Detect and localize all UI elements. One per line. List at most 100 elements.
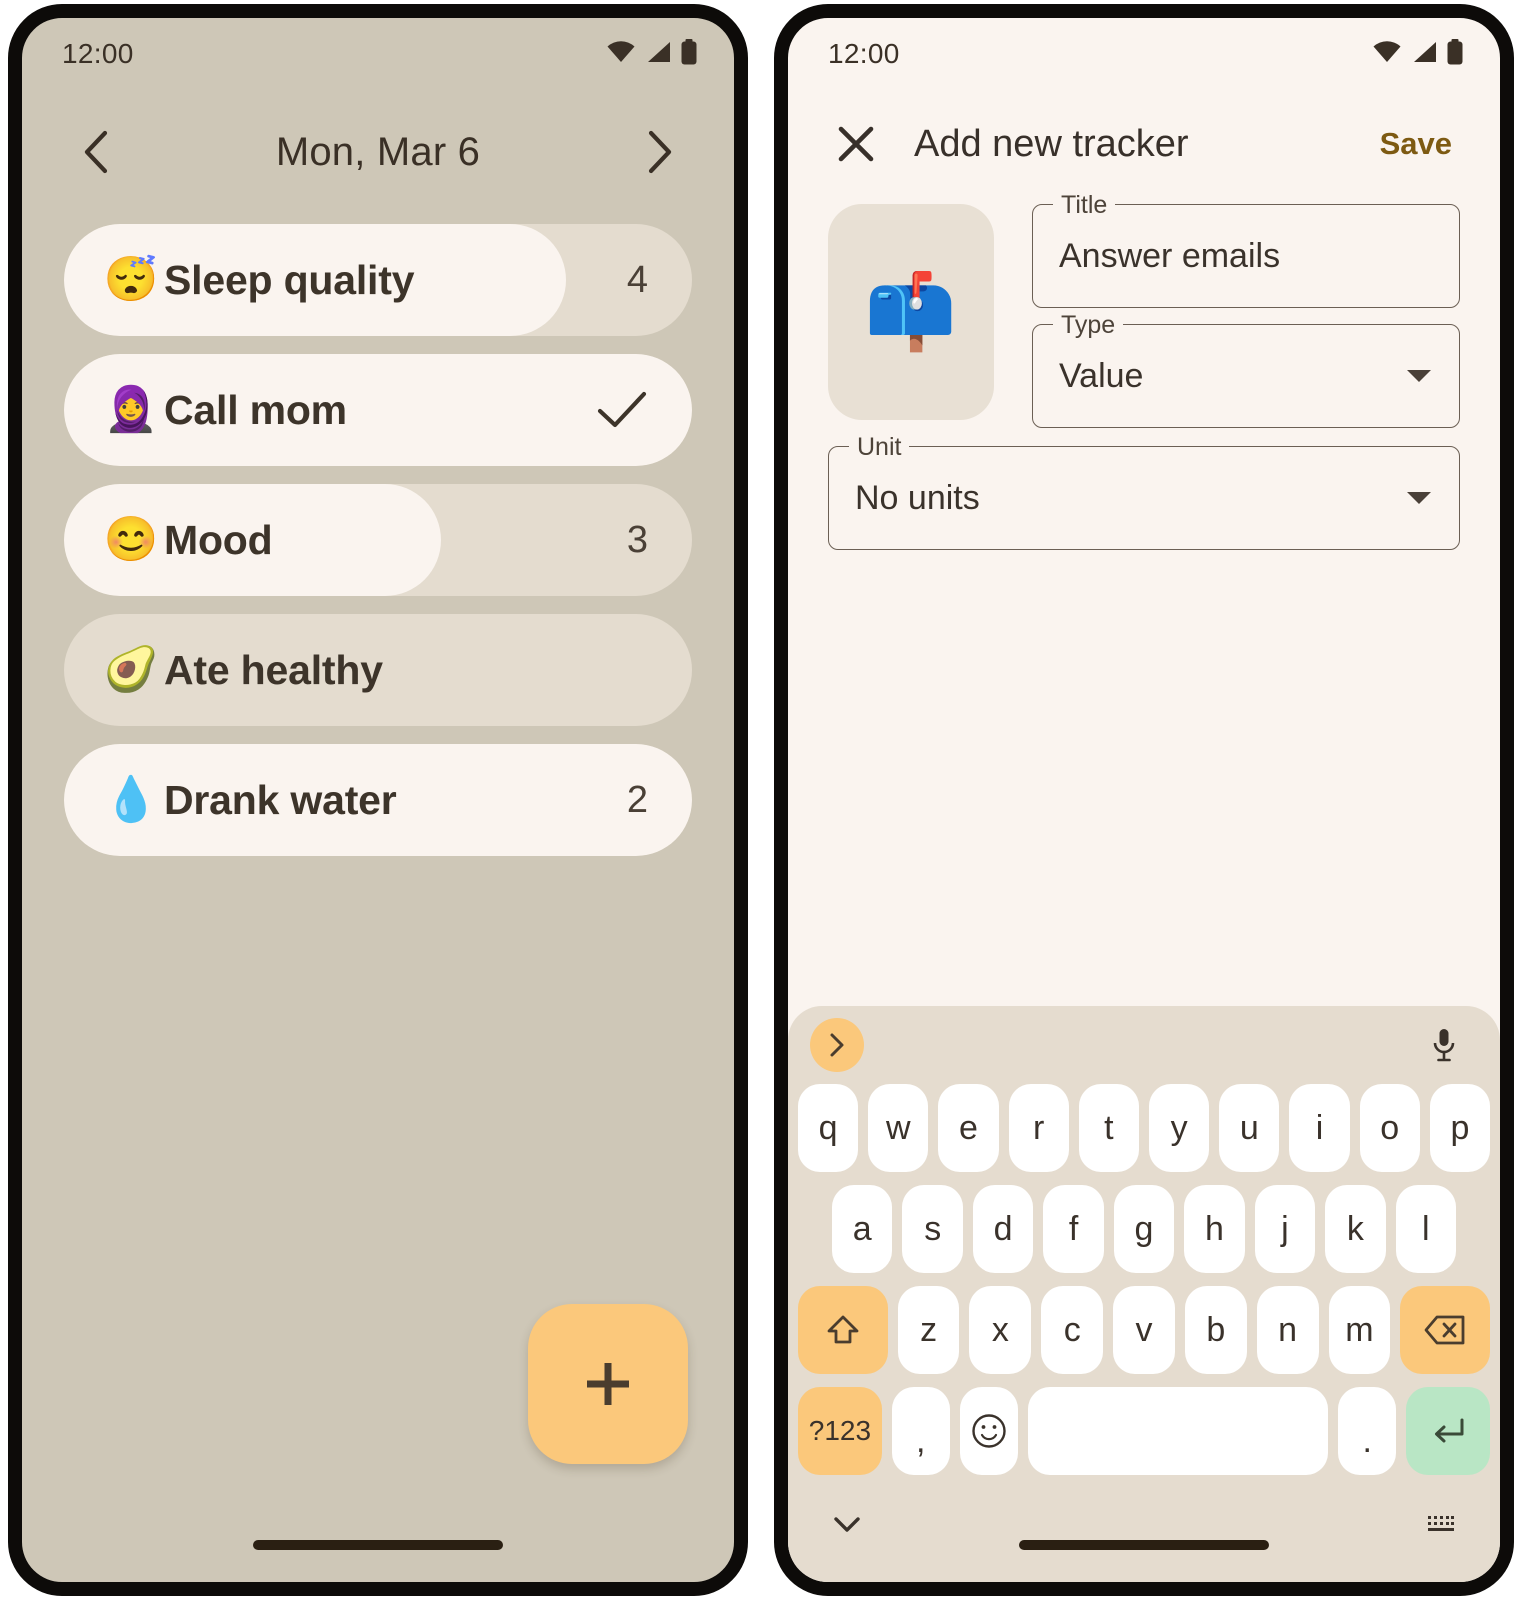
key-w[interactable]: w	[868, 1084, 929, 1172]
tracker-row-ate-healthy[interactable]: 🥑 Ate healthy	[64, 614, 692, 726]
type-field[interactable]: Type Value	[1032, 311, 1460, 428]
smiling-face-emoji: 😊	[103, 515, 159, 564]
unit-field-row: Unit No units	[828, 433, 1460, 550]
avocado-emoji: 🥑	[103, 645, 159, 694]
unit-field[interactable]: Unit No units	[828, 433, 1460, 550]
cellular-signal-icon	[644, 40, 672, 69]
shift-arrow-icon	[827, 1315, 859, 1344]
battery-icon	[680, 38, 698, 70]
droplet-emoji: 💧	[103, 775, 159, 824]
tracker-label: Call mom	[164, 386, 347, 433]
key-y[interactable]: y	[1149, 1084, 1210, 1172]
unit-selected-value: No units	[855, 478, 980, 517]
tracker-row-drank-water[interactable]: 💧 Drank water 2	[64, 744, 692, 856]
key-a[interactable]: a	[832, 1185, 893, 1273]
wifi-icon	[606, 40, 636, 69]
add-tracker-fab[interactable]	[528, 1304, 688, 1464]
switch-keyboard-button[interactable]	[1426, 1513, 1456, 1535]
save-button[interactable]: Save	[1374, 118, 1458, 170]
key-i[interactable]: i	[1289, 1084, 1350, 1172]
key-o[interactable]: o	[1359, 1084, 1420, 1172]
key-j[interactable]: j	[1254, 1185, 1316, 1273]
status-bar: 12:00	[22, 18, 734, 90]
keyboard-switcher-icon	[1428, 1516, 1454, 1531]
on-screen-keyboard: q w e r t y u i o p a s d f g h j k l z …	[788, 1006, 1500, 1582]
right-phone-frame: 12:00 Add new tracker Save 📫 Title Answe…	[774, 4, 1514, 1596]
voice-input-button[interactable]	[1422, 1023, 1466, 1067]
status-bar-icons	[1372, 38, 1464, 70]
mailbox-with-raised-flag-emoji: 📫	[864, 270, 958, 353]
comma-key[interactable]: ,	[891, 1387, 950, 1475]
tracker-value: 2	[626, 778, 648, 821]
expand-suggestions-button[interactable]	[810, 1018, 864, 1072]
type-selected-value: Value	[1059, 356, 1144, 395]
tracker-row-mood[interactable]: 😊 Mood 3	[64, 484, 692, 596]
add-tracker-screen: 12:00 Add new tracker Save 📫 Title Answe…	[788, 18, 1500, 1582]
keyboard-row-4: ?123 , .	[788, 1387, 1500, 1475]
dual-phone-screenshot: 12:00 Mon, Mar 6 😴 Sleep quality 4 🧕 Cal…	[0, 0, 1522, 1600]
emoji-picker-button[interactable]: 📫	[828, 204, 994, 420]
key-v[interactable]: v	[1113, 1286, 1175, 1374]
key-f[interactable]: f	[1043, 1185, 1104, 1273]
key-l[interactable]: l	[1395, 1185, 1456, 1273]
backspace-key[interactable]	[1400, 1286, 1490, 1374]
chevron-right-icon	[648, 130, 672, 174]
enter-return-icon	[1435, 1418, 1464, 1443]
key-p[interactable]: p	[1429, 1084, 1491, 1172]
chevron-down-icon[interactable]	[1405, 367, 1433, 385]
close-button[interactable]	[830, 118, 882, 170]
keyboard-row-3: z x c v b n m	[788, 1286, 1500, 1374]
keyboard-suggestion-bar	[788, 1006, 1500, 1084]
home-indicator	[1019, 1540, 1269, 1550]
title-field[interactable]: Title Answer emails	[1032, 191, 1460, 308]
close-icon	[838, 126, 874, 162]
key-s[interactable]: s	[902, 1185, 963, 1273]
left-phone-frame: 12:00 Mon, Mar 6 😴 Sleep quality 4 🧕 Cal…	[8, 4, 748, 1596]
key-z[interactable]: z	[897, 1286, 960, 1374]
symbols-key[interactable]: ?123	[798, 1387, 882, 1475]
tracker-value: 3	[626, 518, 648, 561]
tracker-value: 4	[626, 258, 648, 301]
period-key[interactable]: .	[1338, 1387, 1397, 1475]
key-q[interactable]: q	[797, 1084, 859, 1172]
tracker-row-content: 😊 Mood 3	[64, 517, 692, 564]
key-b[interactable]: b	[1184, 1286, 1247, 1374]
tracker-row-content: 🧕 Call mom	[64, 387, 692, 434]
enter-key[interactable]	[1406, 1387, 1490, 1475]
key-g[interactable]: g	[1113, 1185, 1175, 1273]
key-t[interactable]: t	[1078, 1084, 1139, 1172]
emoji-key[interactable]	[959, 1387, 1018, 1475]
chevron-down-icon[interactable]	[1405, 489, 1433, 507]
status-bar-time: 12:00	[828, 38, 900, 69]
space-key[interactable]	[1027, 1387, 1329, 1475]
key-e[interactable]: e	[938, 1084, 999, 1172]
title-input[interactable]: Answer emails	[1059, 237, 1433, 276]
status-bar: 12:00	[788, 18, 1500, 90]
key-r[interactable]: r	[1008, 1084, 1069, 1172]
key-n[interactable]: n	[1256, 1286, 1319, 1374]
app-bar-title: Add new tracker	[914, 122, 1189, 165]
date-navigation-header: Mon, Mar 6	[22, 90, 734, 192]
key-k[interactable]: k	[1325, 1185, 1386, 1273]
next-day-button[interactable]	[632, 124, 688, 180]
sleeping-face-emoji: 😴	[103, 255, 159, 304]
title-field-label: Title	[1053, 191, 1116, 219]
keyboard-row-1: q w e r t y u i o p	[788, 1084, 1500, 1172]
tracker-row-sleep-quality[interactable]: 😴 Sleep quality 4	[64, 224, 692, 336]
hide-keyboard-button[interactable]	[832, 1514, 862, 1534]
tracker-row-content: 😴 Sleep quality 4	[64, 257, 692, 304]
chevron-left-icon	[84, 130, 108, 174]
key-u[interactable]: u	[1219, 1084, 1280, 1172]
battery-icon	[1446, 38, 1464, 70]
key-m[interactable]: m	[1328, 1286, 1391, 1374]
previous-day-button[interactable]	[68, 124, 124, 180]
tracker-label: Mood	[164, 516, 273, 563]
key-h[interactable]: h	[1184, 1185, 1245, 1273]
key-c[interactable]: c	[1041, 1286, 1104, 1374]
key-d[interactable]: d	[972, 1185, 1034, 1273]
tracker-row-call-mom[interactable]: 🧕 Call mom	[64, 354, 692, 466]
status-bar-icons	[606, 38, 698, 70]
key-x[interactable]: x	[969, 1286, 1032, 1374]
status-bar-time: 12:00	[62, 38, 134, 69]
shift-key[interactable]	[798, 1286, 888, 1374]
